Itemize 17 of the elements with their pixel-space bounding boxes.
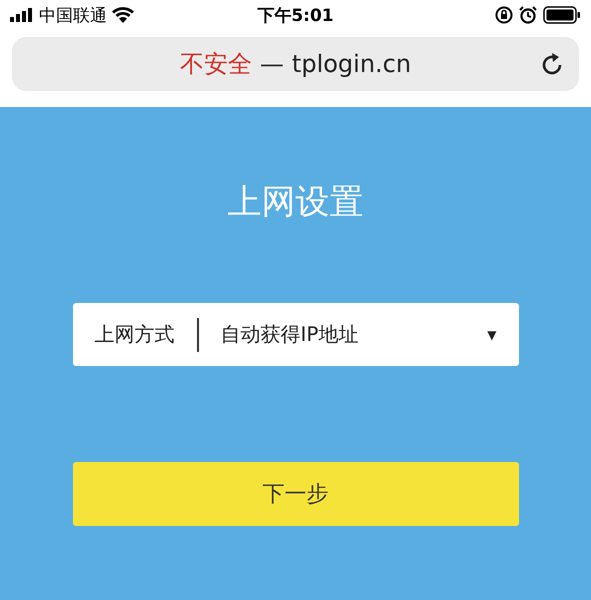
clock-time: 下午5:01 (256, 4, 335, 26)
address-bar[interactable]: 不安全 — tplogin.cn (12, 37, 579, 91)
carrier-name: 中国联通 (39, 4, 107, 26)
rotation-lock-icon (494, 6, 513, 24)
url-text: tplogin.cn (292, 50, 412, 78)
next-button[interactable]: 下一步 (72, 462, 518, 526)
field-label: 上网方式 (94, 321, 174, 348)
alarm-icon (518, 6, 537, 24)
selected-value: 自动获得IP地址 (220, 321, 360, 348)
wifi-icon (112, 7, 134, 23)
page-title: 上网设置 (228, 181, 364, 224)
signal-icon (10, 8, 34, 22)
connection-type-dropdown[interactable]: 上网方式 自动获得IP地址 ▼ (72, 303, 518, 366)
separator: — (260, 50, 284, 78)
battery-icon (542, 6, 581, 24)
dropdown-arrow: ▼ (487, 328, 496, 342)
security-warning: 不安全 (180, 49, 252, 80)
